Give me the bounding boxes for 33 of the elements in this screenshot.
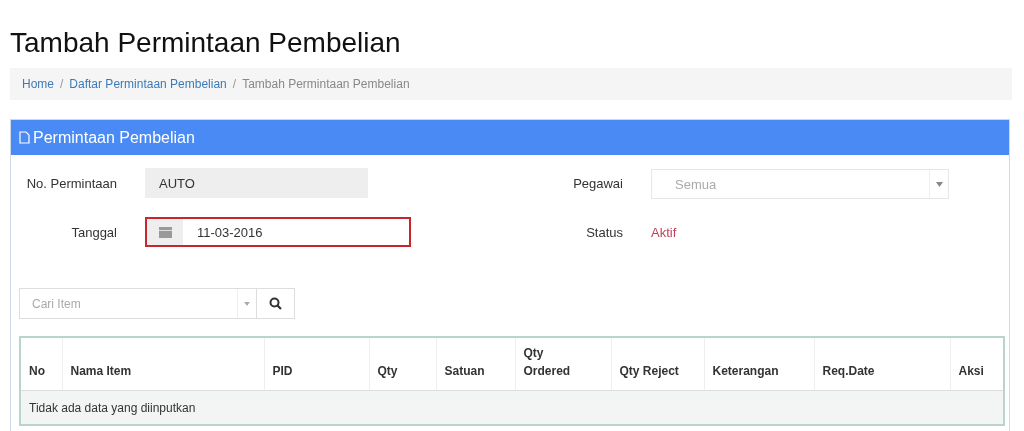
date-field[interactable]: 11-03-2016 xyxy=(145,217,411,247)
column-header: PID xyxy=(272,364,293,378)
request-number-field[interactable]: AUTO xyxy=(145,168,368,198)
field-label: No. Permintaan xyxy=(25,175,117,191)
empty-message: Tidak ada data yang diinputkan xyxy=(29,400,196,415)
employee-select[interactable]: Semua xyxy=(651,169,949,199)
calendar-icon xyxy=(158,226,172,238)
item-search-field[interactable]: Cari Item xyxy=(19,288,257,319)
field-label: Tanggal xyxy=(70,224,117,240)
caret-icon xyxy=(244,301,250,306)
column-header: Qty Ordered xyxy=(523,346,571,378)
caret-icon xyxy=(935,181,943,187)
document-icon xyxy=(19,131,30,144)
column-header: Satuan xyxy=(444,364,485,378)
status-value: Aktif xyxy=(651,224,677,240)
breadcrumb-separator: / xyxy=(232,77,237,91)
search-button[interactable] xyxy=(257,288,295,319)
field-label: Status xyxy=(585,224,623,240)
column-header: Qty Reject xyxy=(619,364,679,378)
column-header: Keterangan xyxy=(712,364,779,378)
column-header: Qty xyxy=(377,364,398,378)
page-title: Tambah Permintaan Pembelian xyxy=(9,26,402,60)
column-header: Aksi xyxy=(958,364,984,378)
panel-title: Permintaan Pembelian xyxy=(33,128,195,147)
search-icon xyxy=(269,297,282,310)
column-header: No xyxy=(29,364,45,378)
breadcrumb-link[interactable]: Daftar Permintaan Pembelian xyxy=(69,77,227,91)
breadcrumb-separator: / xyxy=(60,77,64,91)
breadcrumb-link[interactable]: Home xyxy=(22,77,54,91)
column-header: Nama Item xyxy=(70,364,132,378)
breadcrumb-current: Tambah Permintaan Pembelian xyxy=(242,77,410,91)
field-label: Pegawai xyxy=(572,175,623,191)
column-header: Req.Date xyxy=(822,364,875,378)
